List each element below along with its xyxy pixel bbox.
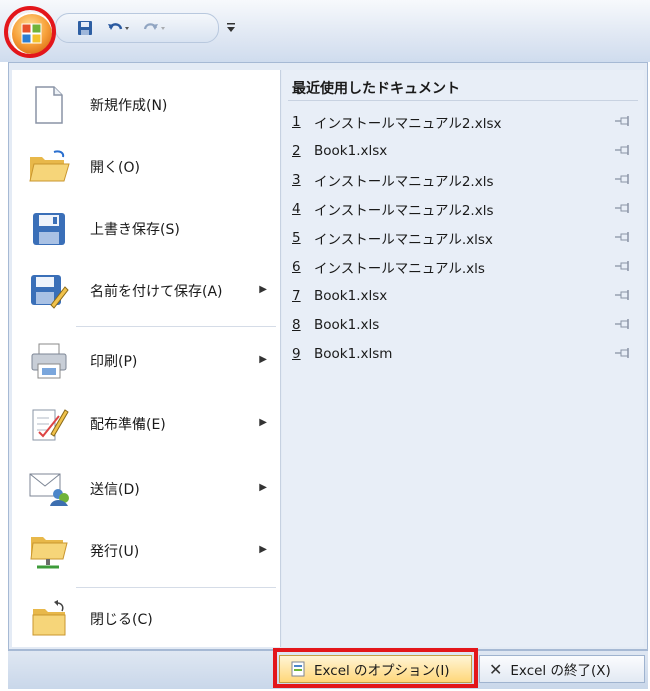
undo-icon [108, 23, 129, 30]
undo-button[interactable] [104, 18, 132, 38]
menu-item-new[interactable]: 新規作成(N) [12, 76, 280, 134]
menu-item-print[interactable]: 印刷(P) ▶ [12, 332, 280, 390]
recent-item-number: 6 [292, 259, 301, 275]
recent-item-number: 2 [292, 143, 301, 159]
divider [76, 587, 276, 588]
save-as-icon [26, 268, 72, 314]
recent-item-number: 4 [292, 201, 301, 217]
menu-item-save-as[interactable]: 名前を付けて保存(A) ▶ [12, 262, 280, 320]
recent-item-name: Book1.xlsm [314, 346, 393, 362]
pin-icon[interactable] [614, 347, 632, 363]
recent-item-name: インストールマニュアル.xlsx [314, 232, 493, 248]
menu-item-label: 閉じる(C) [90, 612, 153, 628]
redo-icon [143, 23, 165, 30]
menu-item-label: 開く(O) [90, 160, 140, 176]
save-disk-icon [78, 21, 92, 35]
pin-icon[interactable] [614, 173, 632, 189]
submenu-arrow-icon: ▶ [259, 482, 267, 493]
pin-icon[interactable] [614, 318, 632, 334]
menu-item-close[interactable]: 閉じる(C) [12, 590, 280, 648]
exit-excel-button[interactable]: ✕ Excel の終了(X) [479, 655, 645, 683]
recent-item-number: 7 [292, 288, 301, 304]
exit-excel-label: Excel の終了(X) [510, 663, 611, 679]
recent-documents-title: 最近使用したドキュメント [292, 81, 460, 97]
command-list: 新規作成(N) 開く(O) 上書き保存(S) 名前を付けて保存(A) ▶ 印刷(… [12, 70, 281, 647]
pin-icon[interactable] [614, 144, 632, 160]
menu-item-label: 印刷(P) [90, 354, 138, 370]
recent-document-item[interactable]: 6 インストールマニュアル.xls [292, 254, 640, 280]
recent-item-name: インストールマニュアル.xls [314, 261, 485, 277]
recent-item-name: インストールマニュアル2.xls [314, 174, 494, 190]
recent-document-item[interactable]: 4 インストールマニュアル2.xls [292, 196, 640, 222]
menu-item-send[interactable]: 送信(D) ▶ [12, 460, 280, 518]
printer-icon [26, 338, 72, 384]
close-x-icon: ✕ [489, 659, 503, 679]
new-document-icon [26, 82, 72, 128]
menu-item-open[interactable]: 開く(O) [12, 138, 280, 196]
submenu-arrow-icon: ▶ [259, 284, 267, 295]
redo-button[interactable] [140, 18, 168, 38]
customize-qat-button[interactable] [225, 18, 237, 38]
recent-item-name: インストールマニュアル2.xls [314, 203, 494, 219]
divider [76, 326, 276, 327]
menu-item-prepare[interactable]: 配布準備(E) ▶ [12, 395, 280, 453]
recent-item-name: Book1.xlsx [314, 288, 388, 304]
pin-icon[interactable] [614, 260, 632, 276]
recent-document-item[interactable]: 7 Book1.xlsx [292, 283, 640, 309]
save-quick-button[interactable] [74, 18, 96, 38]
recent-item-name: Book1.xlsx [314, 143, 388, 159]
save-disk-icon [26, 206, 72, 252]
menu-item-label: 名前を付けて保存(A) [90, 284, 223, 300]
recent-item-name: Book1.xls [314, 317, 380, 333]
menu-item-save[interactable]: 上書き保存(S) [12, 200, 280, 258]
pin-icon[interactable] [614, 289, 632, 305]
recent-document-item[interactable]: 1 インストールマニュアル2.xlsx [292, 109, 640, 135]
recent-document-item[interactable]: 9 Book1.xlsm [292, 341, 640, 367]
quick-access-toolbar-area [0, 0, 650, 62]
recent-document-item[interactable]: 5 インストールマニュアル.xlsx [292, 225, 640, 251]
pin-icon[interactable] [614, 202, 632, 218]
recent-item-name: インストールマニュアル2.xlsx [314, 116, 502, 132]
submenu-arrow-icon: ▶ [259, 354, 267, 365]
recent-item-number: 5 [292, 230, 301, 246]
highlight-circle [4, 6, 56, 58]
recent-item-number: 9 [292, 346, 301, 362]
menu-item-publish[interactable]: 発行(U) ▶ [12, 522, 280, 580]
menu-item-label: 送信(D) [90, 482, 140, 498]
menu-item-label: 配布準備(E) [90, 417, 166, 433]
recent-document-item[interactable]: 8 Book1.xls [292, 312, 640, 338]
close-folder-icon [26, 596, 72, 642]
recent-item-number: 3 [292, 172, 301, 188]
submenu-arrow-icon: ▶ [259, 417, 267, 428]
dropdown-arrow-icon [227, 23, 235, 32]
divider [288, 100, 638, 101]
highlight-frame [273, 648, 478, 688]
recent-item-number: 8 [292, 317, 301, 333]
menu-item-label: 上書き保存(S) [90, 222, 180, 238]
publish-icon [26, 528, 72, 574]
menu-item-label: 発行(U) [90, 544, 140, 560]
pin-icon[interactable] [614, 231, 632, 247]
submenu-arrow-icon: ▶ [259, 544, 267, 555]
pin-icon[interactable] [614, 115, 632, 131]
recent-document-item[interactable]: 3 インストールマニュアル2.xls [292, 167, 640, 193]
quick-access-toolbar [55, 13, 219, 43]
recent-document-item[interactable]: 2 Book1.xlsx [292, 138, 640, 164]
recent-item-number: 1 [292, 114, 301, 130]
prepare-document-icon [26, 401, 72, 447]
send-icon [26, 466, 72, 512]
menu-item-label: 新規作成(N) [90, 98, 168, 114]
open-folder-icon [26, 144, 72, 190]
